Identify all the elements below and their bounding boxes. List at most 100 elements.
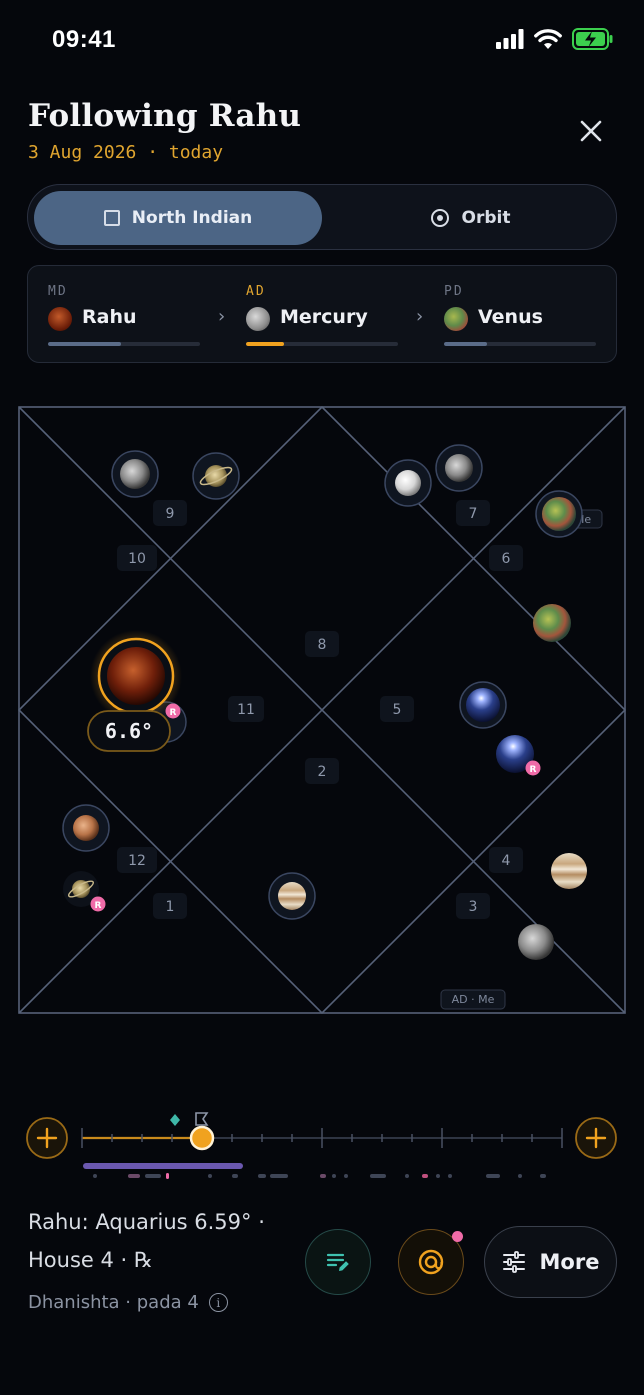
svg-text:4: 4 xyxy=(502,853,511,869)
page-subtitle-date: 3 Aug 2026 · today xyxy=(28,142,224,163)
svg-text:R: R xyxy=(95,901,102,911)
svg-text:R: R xyxy=(530,765,537,775)
house-label-5: 5 xyxy=(380,696,414,722)
dasha-pd[interactable]: PD Venus xyxy=(444,266,614,364)
dasha-md-tag: MD xyxy=(48,284,68,299)
nakshatra-label: Dhanishta · pada 4 xyxy=(28,1292,199,1313)
svg-text:11: 11 xyxy=(237,702,255,718)
sun-icon[interactable] xyxy=(384,459,432,507)
north-indian-chart[interactable]: 8 2 11 5 9 10 7 6 12 1 4 3 Me AD · Me R … xyxy=(18,406,626,1014)
house-label-3: 3 xyxy=(456,893,490,919)
mercury-icon xyxy=(246,307,270,331)
moon-icon[interactable] xyxy=(518,924,554,960)
more-button[interactable]: More xyxy=(484,1226,617,1298)
rahu-degree-label: 6.6° xyxy=(87,710,171,752)
dasha-ad-tag: AD xyxy=(246,284,266,299)
ketu-comet-icon[interactable] xyxy=(459,681,507,729)
flag-marker-icon xyxy=(195,1112,209,1126)
comet-icon[interactable]: R xyxy=(496,735,541,776)
svg-text:R: R xyxy=(170,708,177,718)
svg-text:AD · Me: AD · Me xyxy=(452,993,495,1006)
timeline-track xyxy=(81,1128,563,1148)
svg-text:10: 10 xyxy=(128,551,146,567)
notification-dot xyxy=(452,1231,463,1242)
page-title: Following Rahu xyxy=(28,98,302,134)
event-dots xyxy=(93,1173,546,1179)
house-label-11: 11 xyxy=(228,696,264,722)
dasha-pd-progress xyxy=(444,342,596,346)
edit-notes-icon xyxy=(326,1253,349,1271)
svg-text:8: 8 xyxy=(318,637,327,653)
jupiter-icon[interactable] xyxy=(268,872,316,920)
svg-text:2: 2 xyxy=(318,764,327,780)
timeline-scrubber[interactable] xyxy=(0,1100,644,1190)
battery-charging-icon xyxy=(572,28,613,50)
svg-text:6: 6 xyxy=(502,551,511,567)
more-button-label: More xyxy=(539,1250,600,1274)
status-time: 09:41 xyxy=(52,26,116,53)
house-label-9: 9 xyxy=(153,500,187,526)
nakshatra-info[interactable]: Dhanishta · pada 4 i xyxy=(28,1292,228,1313)
house-label-12: 12 xyxy=(117,847,157,873)
dasha-md-progress xyxy=(48,342,200,346)
notes-button[interactable] xyxy=(305,1229,371,1295)
house-label-6: 6 xyxy=(489,545,523,571)
status-bar: 09:41 xyxy=(0,0,644,80)
svg-text:1: 1 xyxy=(166,899,175,915)
planet-position-line: Rahu: Aquarius 6.59° · xyxy=(28,1210,265,1234)
period-bar xyxy=(83,1163,243,1169)
chevron-right-icon: › xyxy=(416,306,424,327)
venus-icon[interactable] xyxy=(533,604,571,642)
moon-icon[interactable] xyxy=(111,450,159,498)
dasha-ad-planet: Mercury xyxy=(280,306,368,328)
svg-text:12: 12 xyxy=(128,853,146,869)
zoom-in-left-button[interactable] xyxy=(26,1117,68,1159)
zoom-in-right-button[interactable] xyxy=(575,1117,617,1159)
tab-north-indian[interactable]: North Indian xyxy=(34,191,322,245)
dasha-md-planet: Rahu xyxy=(82,306,137,328)
close-button[interactable] xyxy=(574,114,608,148)
dasha-ad-progress xyxy=(246,342,398,346)
tag-ad-me: AD · Me xyxy=(440,989,506,1010)
saturn-retro-icon[interactable]: R xyxy=(63,871,106,912)
house-label-1: 1 xyxy=(153,893,187,919)
diamond-marker-icon xyxy=(170,1114,180,1126)
svg-text:3: 3 xyxy=(469,899,478,915)
rahu-focus-icon[interactable] xyxy=(90,630,182,722)
mars-icon[interactable] xyxy=(62,804,110,852)
square-icon xyxy=(103,210,120,226)
svg-text:6.6°: 6.6° xyxy=(105,719,153,743)
house-label-7: 7 xyxy=(456,500,490,526)
tab-orbit[interactable]: Orbit xyxy=(328,191,612,245)
venus-icon[interactable] xyxy=(535,490,583,538)
house-label-2: 2 xyxy=(305,758,339,784)
rahu-icon xyxy=(48,307,72,331)
status-icons xyxy=(496,28,614,50)
venus-icon xyxy=(444,307,468,331)
dasha-md[interactable]: MD Rahu xyxy=(48,266,218,364)
sliders-icon xyxy=(502,1251,525,1273)
dasha-periods-card: MD Rahu › AD Mercury › PD Venus xyxy=(27,265,617,363)
house-label-10: 10 xyxy=(117,545,157,571)
saturn-icon[interactable] xyxy=(192,452,240,500)
dasha-pd-planet: Venus xyxy=(478,306,543,328)
dasha-pd-tag: PD xyxy=(444,284,464,299)
svg-text:9: 9 xyxy=(166,506,175,522)
dasha-ad[interactable]: AD Mercury xyxy=(246,266,416,364)
signal-icon xyxy=(496,29,524,49)
info-icon: i xyxy=(208,1293,228,1312)
moon-icon[interactable] xyxy=(435,444,483,492)
jupiter-icon[interactable] xyxy=(551,853,587,889)
chevron-right-icon: › xyxy=(218,306,226,327)
planet-house-line: House 4 · ℞ xyxy=(28,1248,153,1272)
timeline-handle[interactable] xyxy=(189,1125,215,1151)
svg-text:7: 7 xyxy=(469,506,478,522)
wifi-icon xyxy=(534,29,562,49)
close-icon xyxy=(580,120,602,142)
tab-orbit-label: Orbit xyxy=(461,208,511,228)
house-label-4: 4 xyxy=(489,847,523,873)
svg-text:5: 5 xyxy=(393,702,402,718)
orbit-icon xyxy=(430,209,449,227)
chart-style-toggle: North Indian Orbit xyxy=(27,184,617,250)
target-icon xyxy=(418,1249,444,1275)
